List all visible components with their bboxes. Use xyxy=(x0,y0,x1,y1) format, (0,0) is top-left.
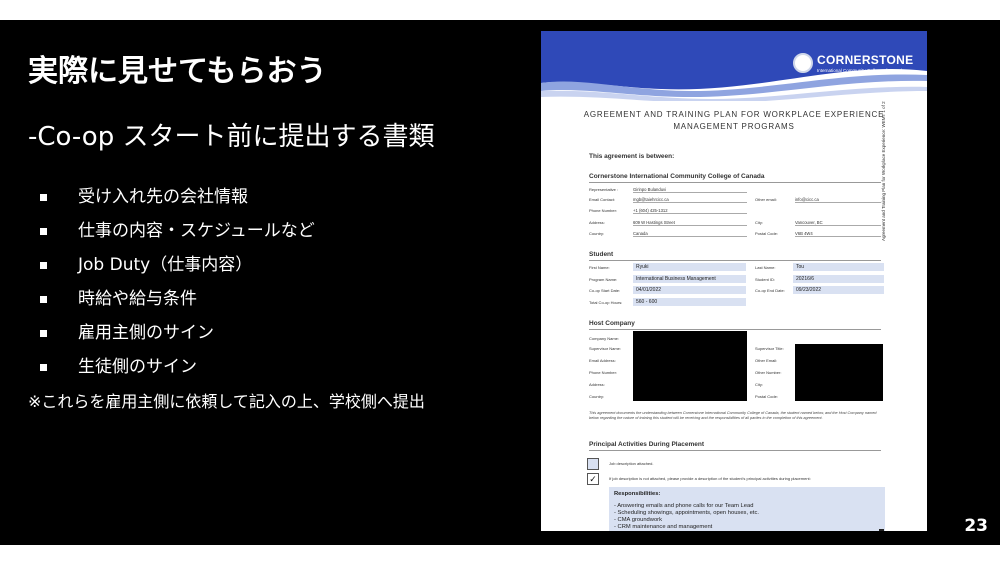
bullet-text: 生徒側のサイン xyxy=(78,357,197,377)
address-value: 609 W Hastings Street xyxy=(633,220,747,226)
bullet-text: 雇用主側のサイン xyxy=(78,323,214,343)
host-label: Postal Code: xyxy=(755,394,778,399)
responsibilities-title: Responsibilities: xyxy=(614,491,661,497)
hours-label: Total Co-op Hours: xyxy=(589,300,623,305)
side-footer-text: Agreement and Training Plan for Workplac… xyxy=(881,101,886,241)
phone-value: +1 (604) 425-1312 xyxy=(633,208,747,214)
representative-label: Representative : xyxy=(589,187,619,192)
document-title-line: MANAGEMENT PROGRAMS xyxy=(673,122,795,131)
first-name-label: First Name: xyxy=(589,265,610,270)
host-heading: Host Company xyxy=(589,320,635,327)
bullet-square-icon xyxy=(40,363,47,371)
email-value: mgb@taiehrcicc.ca xyxy=(633,197,747,203)
bullet-item: 時給や給与条件 xyxy=(40,282,315,316)
student-id-label: Student ID: xyxy=(755,277,776,282)
document-title: AGREEMENT AND TRAINING PLAN FOR WORKPLAC… xyxy=(541,109,927,133)
divider xyxy=(589,182,881,183)
between-heading: This agreement is between: xyxy=(589,153,675,160)
student-id-value: 20216/6 xyxy=(793,275,884,283)
divider xyxy=(589,260,881,261)
email-label: Email Contact: xyxy=(589,197,616,202)
attached-label: Job description attached. xyxy=(609,461,654,466)
logo-seal-icon xyxy=(793,53,813,73)
page-number: 23 xyxy=(964,516,988,536)
end-date-value: 09/23/2022 xyxy=(793,286,884,294)
agreement-paragraph: This agreement documents the understandi… xyxy=(589,411,877,420)
agreement-form-image: CORNERSTONE International Community Coll… xyxy=(541,31,927,531)
bullet-item: 受け入れ先の会社情報 xyxy=(40,180,315,214)
program-label: Program Name: xyxy=(589,277,618,282)
slide-note: ※これらを雇用主側に依頼して記入の上、学校側へ提出 xyxy=(28,392,425,411)
field-overflow-marker-icon xyxy=(879,529,884,531)
address-label: Address: xyxy=(589,220,605,225)
last-name-value: Tou xyxy=(793,263,884,271)
divider xyxy=(589,450,881,451)
logo-subtitle: International Community College of Canad… xyxy=(817,68,905,73)
bullet-text: 時給や給与条件 xyxy=(78,289,197,309)
job-description-checkbox xyxy=(587,458,599,470)
host-label: Email Address: xyxy=(589,358,616,363)
logo-name: CORNERSTONE xyxy=(817,53,914,67)
first-name-value: Ryuki xyxy=(633,263,746,271)
phone-label: Phone Number: xyxy=(589,208,618,213)
postal-value: V6B 4W4 xyxy=(795,231,881,237)
responsibility-item: - CRM maintenance and management xyxy=(614,524,713,530)
bullet-item: 仕事の内容・スケジュールなど xyxy=(40,214,315,248)
bullet-text: 仕事の内容・スケジュールなど xyxy=(78,221,315,241)
slide-title: 実際に見せてもらおう xyxy=(28,54,327,89)
slide: 実際に見せてもらおう -Co-op スタート前に提出する書類 受け入れ先の会社情… xyxy=(0,20,1000,545)
host-label: Supervisor Name: xyxy=(589,346,622,351)
country-label: Country: xyxy=(589,231,605,236)
postal-label: Postal Code: xyxy=(755,231,778,236)
not-attached-label: If job description is not attached, plea… xyxy=(609,476,811,481)
redaction-block xyxy=(795,344,883,401)
country-value: Canada xyxy=(633,231,747,237)
bullet-square-icon xyxy=(40,227,47,235)
host-label: Address: xyxy=(589,382,605,387)
responsibility-item: - Scheduling showings, appointments, ope… xyxy=(614,510,760,516)
program-value: International Business Management xyxy=(633,275,746,283)
bullet-text: 受け入れ先の会社情報 xyxy=(78,187,248,207)
bullet-square-icon xyxy=(40,295,47,303)
responsibilities-box: Responsibilities: - Answering emails and… xyxy=(609,487,885,531)
student-heading: Student xyxy=(589,251,614,258)
host-label: Other Number: xyxy=(755,370,782,375)
bullet-square-icon xyxy=(40,193,47,201)
hours-value: 560 - 600 xyxy=(633,298,746,306)
start-date-label: Co-op Start Date: xyxy=(589,288,621,293)
bullet-item: Job Duty（仕事内容） xyxy=(40,248,315,282)
principal-heading: Principal Activities During Placement xyxy=(589,441,704,448)
representative-value: Girinpo Bulanduvi xyxy=(633,187,747,193)
other-email-value: info@cicc.ca xyxy=(795,197,881,203)
responsibility-item: - CMA groundwork xyxy=(614,517,663,523)
host-label: Company Name: xyxy=(589,336,620,341)
bullet-list: 受け入れ先の会社情報 仕事の内容・スケジュールなど Job Duty（仕事内容）… xyxy=(40,180,315,384)
host-label: Phone Number: xyxy=(589,370,618,375)
end-date-label: Co-op End Date: xyxy=(755,288,785,293)
bullet-square-icon xyxy=(40,329,47,337)
host-label: Supervisor Title: xyxy=(755,346,784,351)
city-label: City: xyxy=(755,220,763,225)
redaction-block xyxy=(633,331,747,401)
host-label: City: xyxy=(755,382,763,387)
responsibility-item: - Answering emails and phone calls for o… xyxy=(614,503,754,509)
college-heading: Cornerstone International Community Coll… xyxy=(589,173,765,180)
last-name-label: Last Name: xyxy=(755,265,776,270)
college-logo: CORNERSTONE International Community Coll… xyxy=(793,53,913,73)
host-label: Other Email: xyxy=(755,358,778,363)
document-title-line: AGREEMENT AND TRAINING PLAN FOR WORKPLAC… xyxy=(583,110,885,119)
divider xyxy=(589,329,881,330)
activities-checkbox: ✓ xyxy=(587,473,599,485)
city-value: Vancouver, BC xyxy=(795,220,881,226)
other-email-label: Other email: xyxy=(755,197,777,202)
bullet-item: 雇用主側のサイン xyxy=(40,316,315,350)
host-label: Country: xyxy=(589,394,605,399)
bullet-square-icon xyxy=(40,261,47,269)
slide-subtitle: -Co-op スタート前に提出する書類 xyxy=(28,122,435,152)
start-date-value: 04/01/2022 xyxy=(633,286,746,294)
bullet-text: Job Duty（仕事内容） xyxy=(78,255,253,275)
bullet-item: 生徒側のサイン xyxy=(40,350,315,384)
check-mark-icon: ✓ xyxy=(589,474,597,484)
